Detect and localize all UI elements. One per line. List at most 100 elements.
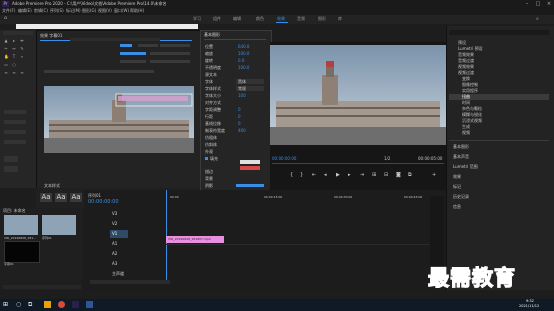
panel-link[interactable]: 基本声音 xyxy=(453,155,469,159)
panel-link[interactable]: 效果 xyxy=(453,175,461,179)
stroke-swatch[interactable] xyxy=(4,166,18,172)
toolbar-control-4[interactable] xyxy=(120,60,146,63)
workspace-libraries[interactable]: 库 xyxy=(338,16,342,22)
effects-item[interactable]: 时间 xyxy=(462,101,470,105)
track-header[interactable]: A2 xyxy=(112,252,117,256)
comparison-icon[interactable]: ⧉ xyxy=(408,172,412,178)
export-frame-icon[interactable]: ◙ xyxy=(396,172,401,178)
word-icon[interactable] xyxy=(86,301,93,308)
effects-item[interactable]: 预设 xyxy=(458,41,466,45)
color-swatch[interactable] xyxy=(4,156,18,162)
mark-out-icon[interactable]: } xyxy=(300,172,303,178)
effects-item[interactable]: 杂色与颗粒 xyxy=(462,107,482,111)
close-icon[interactable]: × xyxy=(544,1,554,7)
eg-row-value[interactable]: 0 xyxy=(238,122,241,126)
go-to-out-icon[interactable]: ⇥ xyxy=(360,172,364,178)
add-button-icon[interactable]: + xyxy=(432,172,436,178)
workspace-learn[interactable]: 学习 xyxy=(193,16,201,22)
minimize-icon[interactable]: – xyxy=(522,1,532,7)
menu-view[interactable]: 视图(V) xyxy=(98,9,112,13)
master-track[interactable]: 主声道 xyxy=(112,272,124,276)
menu-window[interactable]: 窗口(W) xyxy=(114,9,129,13)
pen-tool-icon[interactable]: ✎ xyxy=(20,46,24,51)
menu-sequence[interactable]: 序列(S) xyxy=(50,9,64,13)
toolbar-control-6[interactable] xyxy=(44,70,154,73)
toolbar-highlight[interactable] xyxy=(120,44,132,47)
menu-file[interactable]: 文件(F) xyxy=(2,9,15,13)
eg-row-value[interactable]: 0 xyxy=(238,108,241,112)
track-header[interactable]: V1 xyxy=(112,232,117,236)
eg-row-value[interactable]: 640.0 xyxy=(238,45,249,49)
step-back-icon[interactable]: ◂ xyxy=(324,172,327,178)
panel-link[interactable]: 标记 xyxy=(453,185,461,189)
maximize-icon[interactable]: □ xyxy=(533,1,543,7)
tool-option-1[interactable] xyxy=(4,110,26,114)
effects-item[interactable]: 模糊与锐化 xyxy=(462,113,482,117)
menu-edit[interactable]: 编辑(E) xyxy=(18,9,32,13)
zoom-tool-icon[interactable]: ⌕ xyxy=(20,54,24,59)
track-header[interactable]: V2 xyxy=(112,222,117,226)
style-sample[interactable]: Aa xyxy=(70,193,82,202)
timeline-tab[interactable]: 序列01 xyxy=(88,194,101,198)
tool-option-3[interactable] xyxy=(4,130,26,134)
eg-row-value[interactable]: 100.0 xyxy=(238,66,249,70)
clock-date[interactable]: 2021/11/12 xyxy=(519,304,539,309)
workspace-color[interactable]: 颜色 xyxy=(256,16,264,22)
program-zoom[interactable]: 1/2 xyxy=(384,157,390,161)
project-thumb-title[interactable] xyxy=(4,241,40,263)
search-icon[interactable]: ○ xyxy=(16,301,23,308)
track-header[interactable]: A1 xyxy=(112,242,117,246)
eg-row-value[interactable]: 100.0 xyxy=(238,52,249,56)
extract-icon[interactable]: ⊟ xyxy=(384,172,388,178)
tool-option-4[interactable] xyxy=(4,140,26,144)
ellipse-tool-icon[interactable]: ○ xyxy=(12,62,16,67)
chrome-icon[interactable] xyxy=(58,301,65,308)
razor-tool-icon[interactable]: ✂ xyxy=(4,46,8,51)
effects-item[interactable]: 图像控制 xyxy=(462,83,478,87)
selection-tool-icon[interactable]: ▲ xyxy=(4,38,8,43)
workspace-audio[interactable]: 音频 xyxy=(297,16,305,22)
fill-checkbox[interactable] xyxy=(205,157,208,160)
toolbar-control[interactable] xyxy=(138,44,158,47)
toolbar-control-2[interactable] xyxy=(160,44,190,47)
start-icon[interactable]: ⊞ xyxy=(3,301,10,308)
program-scrubber[interactable] xyxy=(272,163,444,164)
track-header[interactable]: A3 xyxy=(112,262,117,266)
effects-item[interactable]: 视频过渡 xyxy=(458,71,474,75)
lift-icon[interactable]: ⊞ xyxy=(372,172,376,178)
menu-clip[interactable]: 剪辑(C) xyxy=(34,9,48,13)
slip-tool-icon[interactable]: ↔ xyxy=(12,46,16,51)
eg-row-value[interactable]: 400 xyxy=(238,129,246,133)
tool-option-2[interactable] xyxy=(4,120,26,124)
search-input[interactable] xyxy=(16,24,198,29)
effects-item[interactable]: 生成 xyxy=(462,125,470,129)
effects-item[interactable]: 实用程序 xyxy=(462,89,478,93)
menu-graphics[interactable]: 图形(G) xyxy=(82,9,96,13)
eg-row-value[interactable]: 0 xyxy=(238,115,241,119)
premiere-taskbar-icon[interactable] xyxy=(72,301,79,308)
eg-row-value[interactable]: 100 xyxy=(238,94,246,98)
source-tab-label[interactable]: 效果 字幕01 xyxy=(40,34,62,38)
hand-tool-icon[interactable]: ✋ xyxy=(4,54,9,59)
tools-tab[interactable] xyxy=(3,31,33,35)
rect-tool-icon[interactable]: ▭ xyxy=(4,62,8,67)
menu-marker[interactable]: 标记(M) xyxy=(66,9,81,13)
panel-link[interactable]: 历史记录 xyxy=(453,195,469,199)
style-sample[interactable]: Aa xyxy=(55,193,67,202)
mark-in-icon[interactable]: { xyxy=(290,172,293,178)
panel-link[interactable]: 信息 xyxy=(453,205,461,209)
panel-link[interactable]: 基本图形 xyxy=(453,145,469,149)
timeline-scrollbar[interactable] xyxy=(90,280,170,284)
program-video-frame[interactable] xyxy=(270,45,446,145)
style-sample[interactable]: Aa xyxy=(40,193,52,202)
workspace-assembly[interactable]: 组件 xyxy=(213,16,221,22)
effects-item[interactable]: Lumetri 预设 xyxy=(458,47,483,51)
track-select-icon[interactable]: ▸ xyxy=(12,38,16,43)
track-header[interactable]: V3 xyxy=(112,212,117,216)
effects-item[interactable]: 变换 xyxy=(462,77,470,81)
align-left-icon[interactable]: ≡ xyxy=(4,70,8,75)
fill-color-swatch[interactable] xyxy=(240,160,260,164)
toolbar-highlight-2[interactable] xyxy=(120,52,146,55)
source-toolbar[interactable] xyxy=(70,38,160,41)
eg-row-value[interactable]: 0.0 xyxy=(238,59,244,63)
